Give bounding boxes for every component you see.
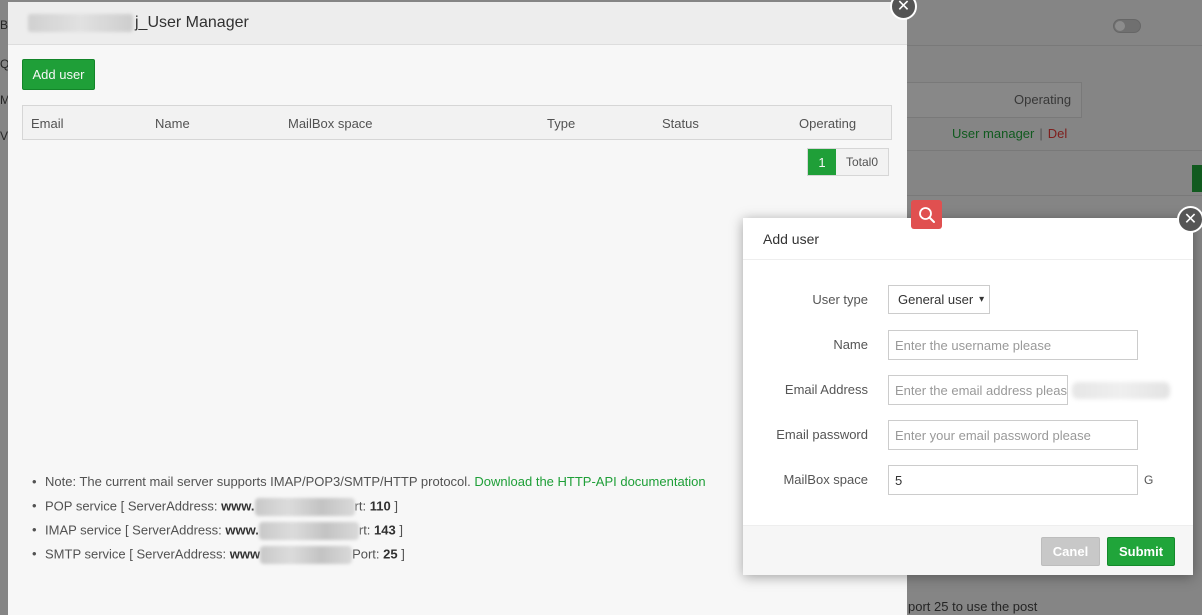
name-row: Name — [743, 330, 1193, 360]
email-row: Email Address — [743, 375, 1193, 405]
add-user-dialog: Add user User type General user ▾ Name E… — [743, 218, 1193, 575]
email-label: Email Address — [784, 382, 868, 397]
chevron-down-icon: ▾ — [979, 294, 985, 305]
cancel-button[interactable]: Canel — [1041, 537, 1100, 566]
email-input[interactable] — [888, 375, 1068, 405]
redacted-email-domain — [1072, 382, 1170, 399]
mailbox-space-row: MailBox space G — [743, 465, 1193, 495]
user-type-row: User type General user ▾ — [743, 285, 1193, 315]
password-label: Email password — [776, 427, 868, 442]
password-input[interactable] — [888, 420, 1138, 450]
mailbox-space-unit: G — [1144, 473, 1154, 487]
submit-button[interactable]: Submit — [1107, 537, 1175, 566]
username-input[interactable] — [888, 330, 1138, 360]
user-type-select[interactable]: General user ▾ — [888, 285, 990, 314]
mailbox-space-label: MailBox space — [783, 472, 868, 487]
user-type-label: User type — [812, 292, 868, 307]
add-user-dialog-footer: Canel Submit — [743, 525, 1193, 575]
password-row: Email password — [743, 420, 1193, 450]
add-user-dialog-title: Add user — [743, 218, 1193, 260]
mailbox-space-input[interactable] — [888, 465, 1138, 495]
name-label: Name — [833, 337, 868, 352]
add-user-close-icon[interactable]: ✕ — [1177, 206, 1202, 233]
user-type-selected: General user — [898, 292, 974, 307]
search-icon[interactable] — [911, 200, 942, 229]
